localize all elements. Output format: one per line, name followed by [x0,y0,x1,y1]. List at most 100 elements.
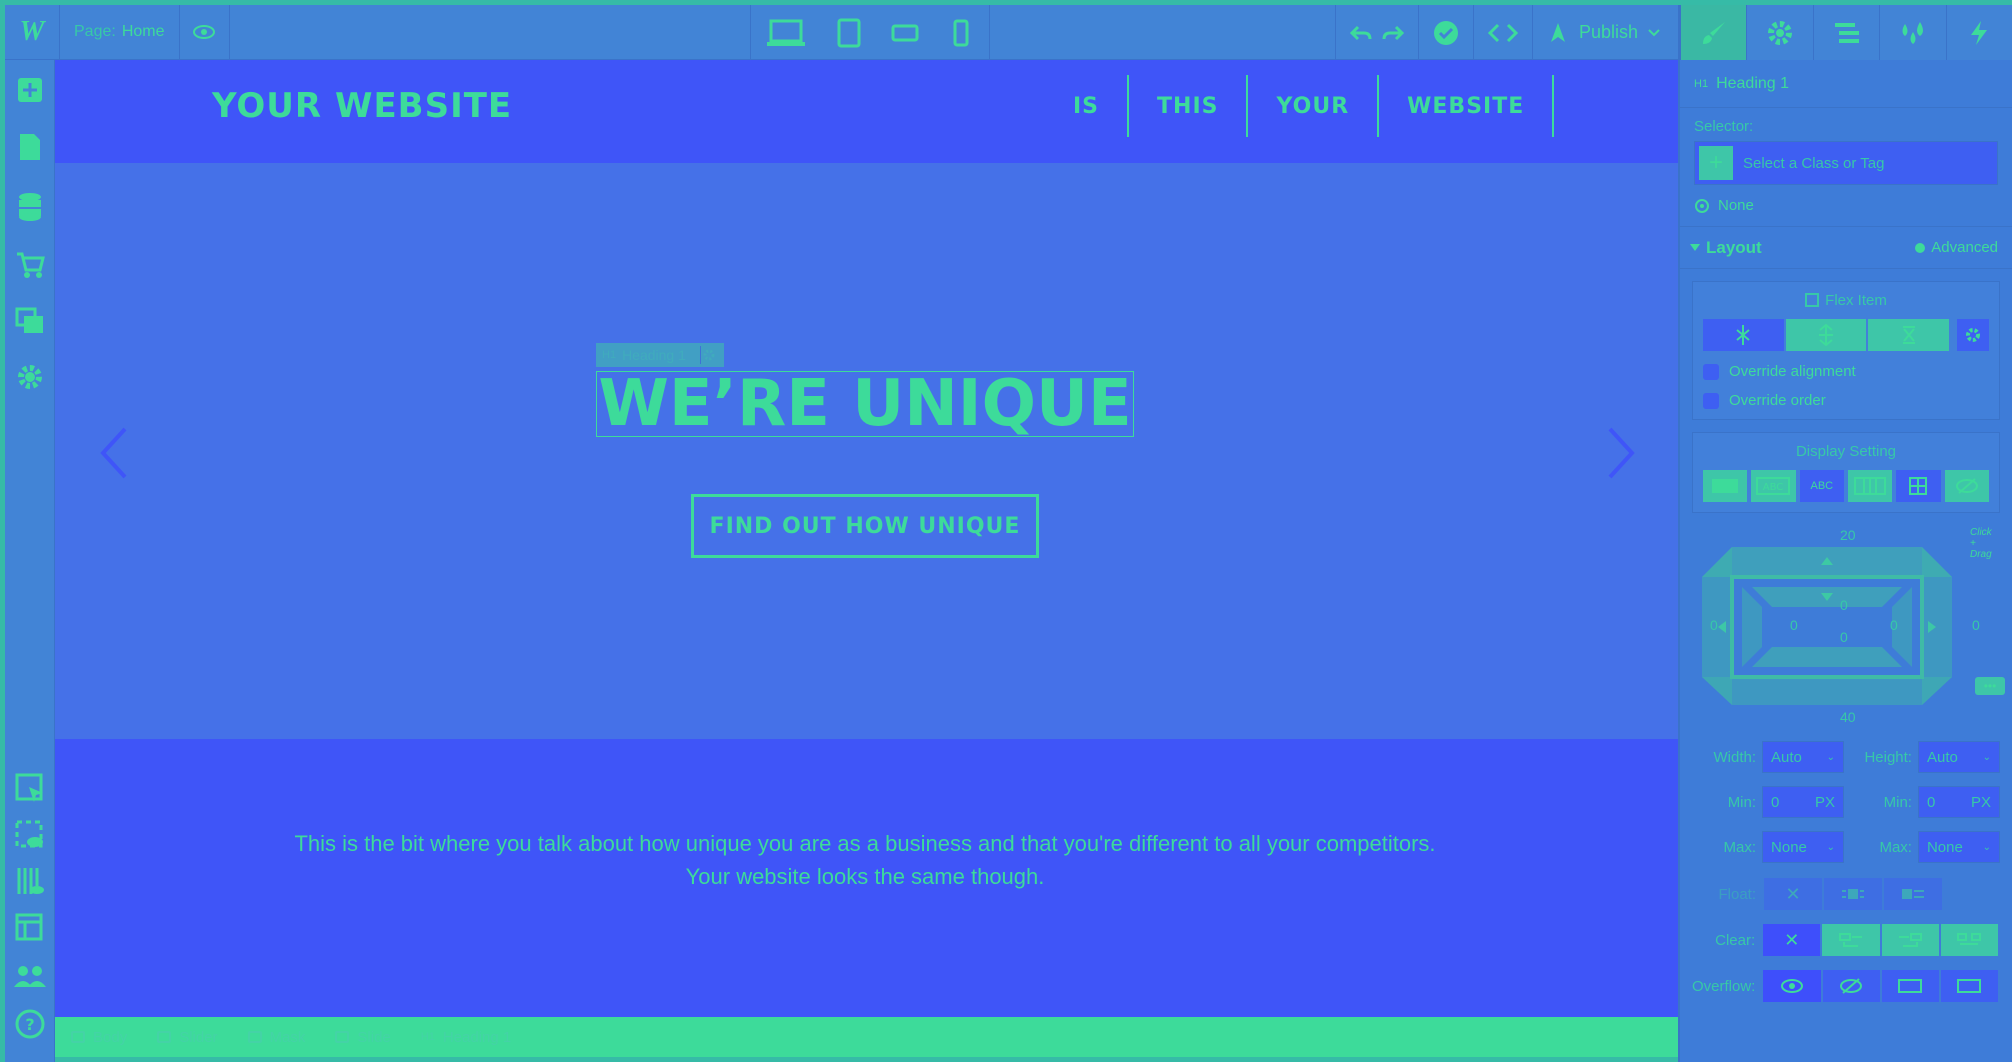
webflow-logo[interactable]: W [5,4,60,60]
code-icon[interactable] [1472,5,1532,60]
nav-link-is[interactable]: IS [1045,75,1130,137]
margin-right-value[interactable]: 0 [1972,617,1980,633]
pages-icon[interactable] [5,127,55,167]
desktop-icon[interactable] [751,5,821,60]
min-height-unit[interactable]: PX [1971,794,1991,811]
width-input[interactable]: Auto ⌄ [1762,741,1845,773]
overflow-hidden-icon[interactable] [1822,970,1880,1002]
spacing-editor[interactable]: 20 40 0 0 0 0 0 0 Click + Drag ••• [1692,527,2005,727]
clear-none-icon[interactable]: ✕ [1763,924,1821,956]
breadcrumb-heading[interactable]: H1 Heading 1 [421,1029,511,1046]
max-height-label: Max: [1879,838,1912,856]
display-flex-icon[interactable] [1847,470,1893,502]
add-element-icon[interactable] [5,70,55,110]
clear-left-icon[interactable] [1822,924,1880,956]
flex-none-icon[interactable] [1868,319,1950,351]
overflow-visible-eye-icon[interactable] [1763,970,1821,1002]
tablet-icon[interactable] [821,5,877,60]
grid-overlay-icon[interactable] [5,861,55,901]
design-canvas[interactable]: YOUR WEBSITE IS THIS YOUR WEBSITE H1 Hea… [55,60,1678,1017]
selected-element-tag[interactable]: H1 Heading 1 [596,343,724,367]
float-right-icon[interactable] [1884,878,1942,910]
margin-left-value[interactable]: 0 [1710,617,1718,633]
collaborators-icon[interactable] [5,957,55,997]
padding-bottom-value[interactable]: 0 [1840,629,1848,645]
override-order-box[interactable] [1703,392,1719,409]
breadcrumb-slide[interactable]: Slide [335,1029,391,1046]
hero-slider[interactable]: H1 Heading 1 WE’RE UNIQUE FIND OUT HOW U… [55,163,1678,739]
navigator-icon[interactable] [1812,5,1879,60]
breadcrumb-mask[interactable]: Mask [247,1029,305,1046]
margin-top-value[interactable]: 20 [1840,527,1856,543]
hero-heading[interactable]: WE’RE UNIQUE [596,371,1134,437]
intro-paragraph[interactable]: This is the bit where you talk about how… [285,827,1445,893]
advanced-toggle[interactable]: Advanced [1915,239,1998,256]
overflow-scroll-icon[interactable] [1881,970,1939,1002]
height-dropdown-icon: ⌄ [1982,751,1991,763]
slider-left-arrow-icon[interactable] [95,423,135,483]
add-class-plus-icon[interactable]: + [1699,146,1733,180]
nav-link-your[interactable]: YOUR [1248,75,1380,137]
override-alignment-checkbox[interactable]: Override alignment [1703,363,1989,380]
overflow-auto-icon[interactable] [1940,970,1998,1002]
site-brand[interactable]: YOUR WEBSITE [212,86,512,126]
flex-settings-gear-icon[interactable] [1957,319,1990,351]
override-alignment-box[interactable] [1703,363,1719,380]
nav-link-this[interactable]: THIS [1129,75,1249,137]
slider-right-arrow-icon[interactable] [1600,423,1640,483]
override-order-checkbox[interactable]: Override order [1703,392,1989,409]
clear-right-icon[interactable] [1881,924,1939,956]
max-width-input[interactable]: None ⌄ [1762,831,1845,863]
padding-right-value[interactable]: 0 [1890,617,1898,633]
margin-bottom-value[interactable]: 40 [1840,709,1856,725]
min-height-input[interactable]: 0 PX [1917,786,2000,818]
min-width-unit[interactable]: PX [1815,794,1835,811]
flex-grow-icon[interactable] [1785,319,1867,351]
page-selector[interactable]: Page: Home [60,4,180,60]
show-hidden-icon[interactable] [5,815,55,855]
selector-placeholder: Select a Class or Tag [1743,154,1885,172]
site-navbar[interactable]: YOUR WEBSITE IS THIS YOUR WEBSITE [55,60,1678,163]
float-none-icon[interactable]: ✕ [1764,878,1822,910]
float-left-icon[interactable] [1824,878,1882,910]
style-manager-drops-icon[interactable] [1879,5,1945,60]
element-settings-gear-icon[interactable] [699,346,718,364]
settings-gear-icon[interactable] [5,357,55,397]
display-none-eye-slash-icon[interactable] [1944,470,1989,502]
breadcrumb-body[interactable]: Body [71,1029,127,1046]
padding-left-value[interactable]: 0 [1790,617,1798,633]
publish-button[interactable]: Publish [1531,5,1678,60]
max-width-value: None [1771,838,1807,856]
height-input[interactable]: Auto ⌄ [1917,741,2000,773]
display-inline-icon[interactable]: ABC [1799,470,1844,502]
flex-shrink-icon[interactable] [1703,319,1784,351]
min-width-input[interactable]: 0 PX [1762,786,1845,818]
cms-icon[interactable] [5,187,55,227]
display-block-icon[interactable] [1703,470,1748,502]
mobile-landscape-icon[interactable] [877,5,933,60]
checkmark-icon[interactable] [1417,5,1473,60]
breadcrumb-slider[interactable]: Slider [157,1029,218,1046]
padding-top-value[interactable]: 0 [1840,597,1848,613]
display-inline-block-icon[interactable]: ABC [1751,470,1796,502]
nav-link-website[interactable]: WEBSITE [1379,75,1555,137]
undo-redo[interactable] [1334,5,1418,60]
layout-preview-icon[interactable] [5,908,55,948]
display-grid-icon[interactable] [1896,470,1941,502]
clear-both-icon[interactable] [1940,924,1999,956]
settings-tab-gear-icon[interactable] [1746,5,1812,60]
assets-icon[interactable] [5,301,55,341]
ecommerce-cart-icon[interactable] [5,245,55,285]
more-options-icon[interactable]: ••• [1975,677,2005,695]
style-brush-icon[interactable] [1680,5,1747,60]
layout-section-header[interactable]: Layout Advanced [1680,227,2012,269]
select-element-icon[interactable] [5,768,55,808]
selector-input[interactable]: + Select a Class or Tag [1694,141,1998,185]
help-icon[interactable]: ? [5,1004,55,1044]
cta-button[interactable]: FIND OUT HOW UNIQUE [691,494,1039,558]
max-height-input[interactable]: None ⌄ [1917,831,2000,863]
intro-section[interactable]: This is the bit where you talk about how… [55,739,1678,1017]
interactions-lightning-icon[interactable] [1945,5,2012,60]
mobile-portrait-icon[interactable] [933,5,989,60]
preview-eye-icon[interactable] [180,4,230,60]
